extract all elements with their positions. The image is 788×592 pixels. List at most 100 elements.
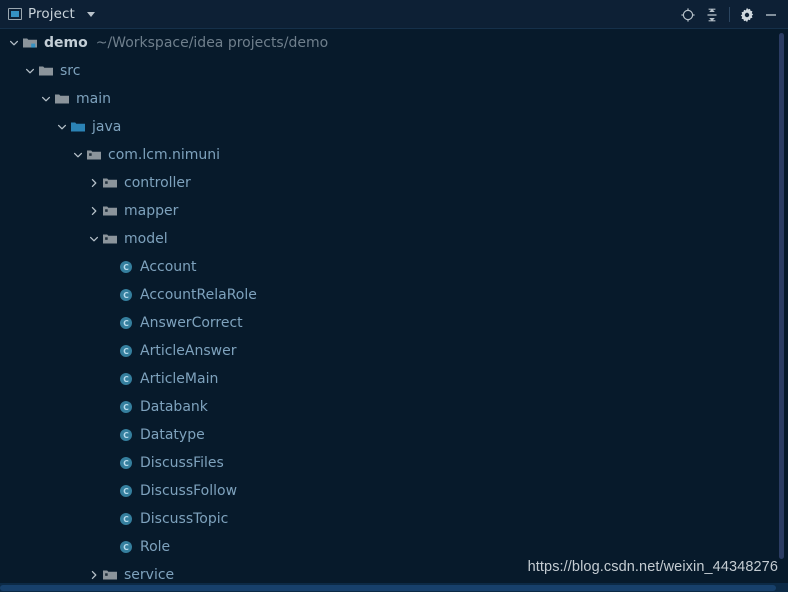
class-icon: C	[118, 483, 134, 499]
svg-text:C: C	[123, 403, 129, 412]
class-icon: C	[118, 511, 134, 527]
chevron-down-icon[interactable]	[38, 85, 54, 113]
tree-node-label: demo	[44, 35, 88, 51]
chevron-down-icon[interactable]	[6, 29, 22, 57]
tree-node-java[interactable]: java	[0, 113, 788, 141]
tree-node-account[interactable]: C Account	[0, 253, 788, 281]
tree-node-label: com.lcm.nimuni	[108, 147, 221, 163]
locate-button[interactable]	[677, 4, 699, 26]
package-icon	[102, 231, 118, 247]
vertical-scrollbar-thumb[interactable]	[779, 33, 784, 559]
tool-window-title: Project	[28, 6, 75, 22]
tree-node-databank[interactable]: C Databank	[0, 393, 788, 421]
tree-node-label: src	[60, 63, 81, 79]
tree-node-discussfollow[interactable]: C DiscussFollow	[0, 477, 788, 505]
vertical-scrollbar[interactable]	[776, 29, 788, 583]
project-icon	[8, 8, 22, 20]
tree-node-articlemain[interactable]: C ArticleMain	[0, 365, 788, 393]
tree-node-label: main	[76, 91, 111, 107]
tree-node-accountrelarole[interactable]: C AccountRelaRole	[0, 281, 788, 309]
chevron-right-icon[interactable]	[86, 561, 102, 583]
class-icon: C	[118, 455, 134, 471]
locate-icon	[680, 7, 696, 23]
tree-node-label: Databank	[140, 399, 208, 415]
module-icon	[22, 35, 38, 51]
project-tool-window: Project demo ~/Workspace/idea projects/d…	[0, 0, 788, 592]
tree-node-mapper[interactable]: mapper	[0, 197, 788, 225]
package-icon	[102, 567, 118, 583]
chevron-down-icon[interactable]	[54, 113, 70, 141]
svg-text:C: C	[123, 291, 129, 300]
source-root-icon	[70, 119, 86, 135]
svg-text:C: C	[123, 431, 129, 440]
tree-node-model[interactable]: model	[0, 225, 788, 253]
toolbar-separator	[729, 7, 730, 22]
tree-node-src[interactable]: src	[0, 57, 788, 85]
horizontal-scrollbar-thumb[interactable]	[0, 585, 776, 591]
tree-node-label: model	[124, 231, 168, 247]
project-tab[interactable]: Project	[0, 0, 95, 28]
svg-text:C: C	[123, 263, 129, 272]
package-icon	[86, 147, 102, 163]
tool-window-header: Project	[0, 0, 788, 29]
svg-text:C: C	[123, 459, 129, 468]
tree-node-discusstopic[interactable]: C DiscussTopic	[0, 505, 788, 533]
tree-node-discussfiles[interactable]: C DiscussFiles	[0, 449, 788, 477]
tree-node-articleanswer[interactable]: C ArticleAnswer	[0, 337, 788, 365]
collapse-all-button[interactable]	[701, 4, 723, 26]
chevron-down-icon[interactable]	[22, 57, 38, 85]
chevron-right-icon[interactable]	[86, 169, 102, 197]
class-icon: C	[118, 259, 134, 275]
tree-node-role[interactable]: C Role	[0, 533, 788, 561]
tree-node-answercorrect[interactable]: C AnswerCorrect	[0, 309, 788, 337]
class-icon: C	[118, 427, 134, 443]
chevron-down-icon[interactable]	[70, 141, 86, 169]
hide-button[interactable]	[760, 4, 782, 26]
tree-node-label: AccountRelaRole	[140, 287, 257, 303]
tree-node-path: ~/Workspace/idea projects/demo	[95, 35, 329, 51]
chevron-down-icon[interactable]	[86, 225, 102, 253]
tree-node-main[interactable]: main	[0, 85, 788, 113]
gear-icon	[739, 7, 755, 23]
project-tree[interactable]: demo ~/Workspace/idea projects/demo src mai…	[0, 29, 788, 583]
svg-text:C: C	[123, 347, 129, 356]
tree-node-label: DiscussTopic	[140, 511, 229, 527]
class-icon: C	[118, 343, 134, 359]
folder-icon	[38, 63, 54, 79]
horizontal-scrollbar[interactable]	[0, 583, 788, 592]
collapse-all-icon	[704, 7, 720, 23]
chevron-down-icon[interactable]	[86, 11, 95, 17]
tree-node-label: java	[92, 119, 122, 135]
svg-text:C: C	[123, 319, 129, 328]
tree-node-controller[interactable]: controller	[0, 169, 788, 197]
svg-text:C: C	[123, 543, 129, 552]
tree-node-datatype[interactable]: C Datatype	[0, 421, 788, 449]
tree-node-com.lcm.nimuni[interactable]: com.lcm.nimuni	[0, 141, 788, 169]
tree-node-label: AnswerCorrect	[140, 315, 243, 331]
svg-text:C: C	[123, 487, 129, 496]
tree-node-label: DiscussFiles	[140, 455, 224, 471]
tree-node-label: service	[124, 567, 175, 583]
folder-icon	[54, 91, 70, 107]
tree-node-label: DiscussFollow	[140, 483, 238, 499]
class-icon: C	[118, 539, 134, 555]
settings-button[interactable]	[736, 4, 758, 26]
tree-node-label: controller	[124, 175, 191, 191]
tree-node-label: Account	[140, 259, 197, 275]
tree-node-label: Datatype	[140, 427, 205, 443]
minimize-icon	[763, 7, 779, 23]
tree-node-service[interactable]: service	[0, 561, 788, 583]
tree-node-label: mapper	[124, 203, 179, 219]
tree-node-demo[interactable]: demo ~/Workspace/idea projects/demo	[0, 29, 788, 57]
svg-text:C: C	[123, 515, 129, 524]
chevron-right-icon[interactable]	[86, 197, 102, 225]
